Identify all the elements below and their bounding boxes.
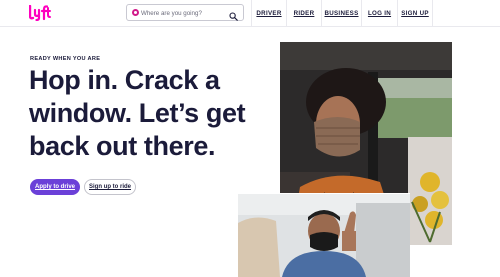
hero-headline: Hop in. Crack a window. Let’s get back o…: [29, 64, 269, 163]
magnifier-icon[interactable]: [229, 8, 238, 21]
nav-login-link[interactable]: LOG IN: [361, 0, 397, 27]
nav-signup-link[interactable]: SIGN UP: [397, 0, 433, 27]
lyft-logo-icon[interactable]: [29, 5, 51, 21]
inset-photo-driver: [238, 193, 410, 277]
hero-headline-line-2: window. Let’s get: [29, 98, 246, 128]
nav-signup-label: SIGN UP: [401, 10, 429, 17]
hero-eyebrow: READY WHEN YOU ARE: [30, 56, 101, 62]
top-nav-bar: DRIVER RIDER BUSINESS LOG IN SIGN UP: [0, 0, 500, 27]
nav-business-link[interactable]: BUSINESS: [321, 0, 361, 27]
sign-up-to-ride-button[interactable]: Sign up to ride: [84, 179, 136, 195]
hero-headline-line-3: back out there.: [29, 131, 216, 161]
nav-rider-link[interactable]: RIDER: [286, 0, 321, 27]
apply-to-drive-button[interactable]: Apply to drive: [30, 179, 80, 195]
pin-dot-icon: [132, 9, 139, 16]
nav-business-label: BUSINESS: [324, 10, 359, 17]
hero-headline-line-1: Hop in. Crack a: [29, 65, 220, 95]
nav-login-label: LOG IN: [367, 10, 392, 17]
destination-search-input[interactable]: [141, 7, 229, 19]
destination-search-box[interactable]: [126, 4, 244, 21]
nav-driver-label: DRIVER: [256, 10, 282, 17]
nav-driver-link[interactable]: DRIVER: [251, 0, 286, 27]
nav-rider-label: RIDER: [293, 10, 315, 17]
